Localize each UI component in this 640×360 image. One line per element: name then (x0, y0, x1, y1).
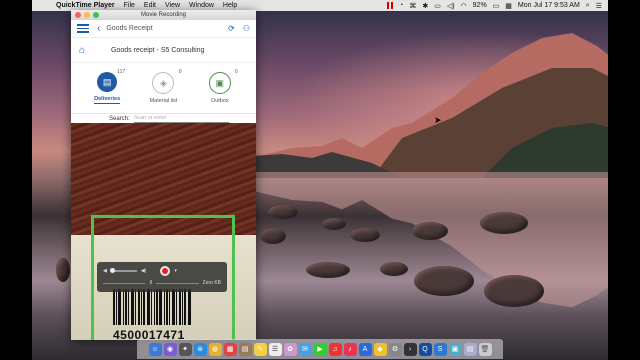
contacts-icon[interactable]: ▤ (238, 342, 252, 356)
menu-edit[interactable]: Edit (144, 2, 156, 9)
menu-window[interactable]: Window (189, 2, 214, 9)
safari-icon[interactable]: ⊛ (193, 342, 207, 356)
lake-rock (260, 228, 286, 244)
close-icon[interactable] (75, 12, 81, 18)
desktop: QuickTime Player File Edit View Window H… (32, 0, 608, 360)
pause-indicator: II (149, 280, 153, 286)
lake-rock (480, 212, 528, 234)
quicktime-icon[interactable]: Q (418, 342, 432, 356)
record-button[interactable] (160, 266, 171, 276)
app-store-icon[interactable]: A (358, 342, 372, 356)
dock: ☺ ◉ ✦ ⊛ ◍ ▦ ▤ ✎ ☰ ✿ ✉ ▶ ♫ ♪ A ◆ ⚙ › Q S … (137, 339, 503, 359)
volume-slider[interactable] (109, 267, 137, 273)
menu-extras: ◔ ⌘ ✱ ▭ ◁) ◠ 92% ▭ ▦ Mon Jul 17 9:53 AM … (387, 0, 602, 11)
header-title: Goods Receipt (106, 25, 153, 32)
battery-percent[interactable]: 92% (473, 2, 487, 9)
recording-progress-right (156, 282, 199, 284)
tile-material-list[interactable]: 0 ◈ Material list (143, 69, 183, 104)
recording-progress (103, 282, 146, 284)
messages-icon[interactable]: ✉ (298, 342, 312, 356)
tile-label: Deliveries (94, 96, 121, 104)
flag-icon[interactable]: ▦ (505, 2, 512, 10)
menu-help[interactable]: Help (223, 2, 237, 9)
barcode-graphic (113, 289, 215, 325)
volume-low-icon: ◀ (103, 268, 107, 274)
hamburger-menu-icon[interactable] (77, 24, 89, 33)
trash-icon[interactable]: 🗑 (478, 342, 492, 356)
lake-rock (414, 266, 474, 296)
itunes-icon[interactable]: ♪ (343, 342, 357, 356)
downloads-folder-icon[interactable]: ▣ (448, 342, 462, 356)
zoom-icon[interactable] (93, 12, 99, 18)
facetime-icon[interactable]: ▶ (313, 342, 327, 356)
minimize-icon[interactable] (84, 12, 90, 18)
tile-label: Outbox (210, 98, 229, 104)
window-title: Movie Recording (140, 12, 187, 18)
lake-rock (380, 262, 408, 276)
documents-folder-icon[interactable]: ▤ (463, 342, 477, 356)
airplay-icon[interactable]: ▭ (434, 2, 441, 10)
tile-bar: 117 ▤ Deliveries 0 ◈ Material list 0 ▣ O… (71, 63, 256, 114)
app-status-icon[interactable]: ◔ (399, 2, 403, 9)
siri-icon[interactable]: ◉ (163, 342, 177, 356)
lake-rock (484, 275, 544, 307)
search-label: Search: (109, 116, 130, 122)
app-header: ‹ Goods Receipt ⟳ ⚇ (71, 20, 256, 38)
photos-icon[interactable]: ✿ (283, 342, 297, 356)
wifi-icon[interactable]: ◠ (461, 2, 467, 10)
menu-view[interactable]: View (165, 2, 180, 9)
material-list-count: 0 (178, 69, 182, 75)
lake-rock (350, 228, 380, 242)
volume-high-icon: ◀) (140, 268, 147, 274)
movie-recording-window: Movie Recording ‹ Goods Receipt ⟳ ⚇ ⌂ Go… (71, 10, 256, 340)
tile-label: Material list (149, 98, 178, 104)
launchpad-icon[interactable]: ✦ (178, 342, 192, 356)
system-preferences-icon[interactable]: ⚙ (388, 342, 402, 356)
page-subtitle: Goods receipt - S5 Consulting (111, 46, 205, 54)
sketch-icon[interactable]: ◆ (373, 342, 387, 356)
menu-file[interactable]: File (124, 2, 135, 9)
sap-icon[interactable]: S (433, 342, 447, 356)
terminal-icon[interactable]: › (403, 342, 417, 356)
volume-icon[interactable]: ◁) (447, 2, 455, 10)
music-icon[interactable]: ♫ (328, 342, 342, 356)
lake-rock (268, 205, 298, 219)
notification-center-icon[interactable]: ☰ (596, 2, 602, 10)
menu-clock[interactable]: Mon Jul 17 9:53 AM (518, 2, 580, 9)
page-subheader: ⌂ Goods receipt - S5 Consulting (71, 38, 256, 63)
tile-deliveries[interactable]: 117 ▤ Deliveries (87, 69, 127, 104)
user-icon[interactable]: ⚇ (243, 24, 250, 33)
lake-rock (56, 258, 70, 282)
options-chevron-icon[interactable]: ▾ (174, 268, 177, 274)
outbox-icon: ▣ (208, 72, 231, 94)
stop-recording-icon[interactable] (387, 2, 394, 9)
bluetooth-icon[interactable]: ✱ (422, 2, 428, 10)
recording-controls: ◀ ◀) ▾ II Zero KB (97, 262, 227, 292)
lake-rock (322, 218, 346, 230)
deliveries-icon: ▤ (97, 72, 118, 92)
chrome-icon[interactable]: ◍ (208, 342, 222, 356)
mouse-cursor-icon: ➤ (434, 115, 442, 125)
tile-outbox[interactable]: 0 ▣ Outbox (200, 69, 240, 104)
menu-app-name[interactable]: QuickTime Player (56, 2, 115, 9)
lake-rock (412, 222, 448, 240)
notes-icon[interactable]: ✎ (253, 342, 267, 356)
home-icon[interactable]: ⌂ (79, 45, 85, 56)
reminders-icon[interactable]: ☰ (268, 342, 282, 356)
outbox-count: 0 (235, 69, 238, 75)
lake-rock (306, 262, 350, 278)
window-titlebar[interactable]: Movie Recording (71, 10, 256, 20)
app-status-icon-2[interactable]: ⌘ (409, 2, 416, 10)
back-chevron-icon[interactable]: ‹ (97, 23, 100, 34)
calendar-icon[interactable]: ▦ (223, 342, 237, 356)
search-input[interactable]: Scan or enter (133, 115, 229, 123)
recording-size: Zero KB (202, 280, 221, 286)
box-icon: ◈ (152, 72, 175, 94)
mountain-silhouette (252, 33, 608, 178)
finder-icon[interactable]: ☺ (148, 342, 162, 356)
refresh-icon[interactable]: ⟳ (228, 24, 235, 33)
deliveries-count: 117 (117, 69, 126, 75)
spotlight-icon[interactable]: ⌕ (586, 2, 590, 10)
battery-icon: ▭ (492, 2, 500, 10)
